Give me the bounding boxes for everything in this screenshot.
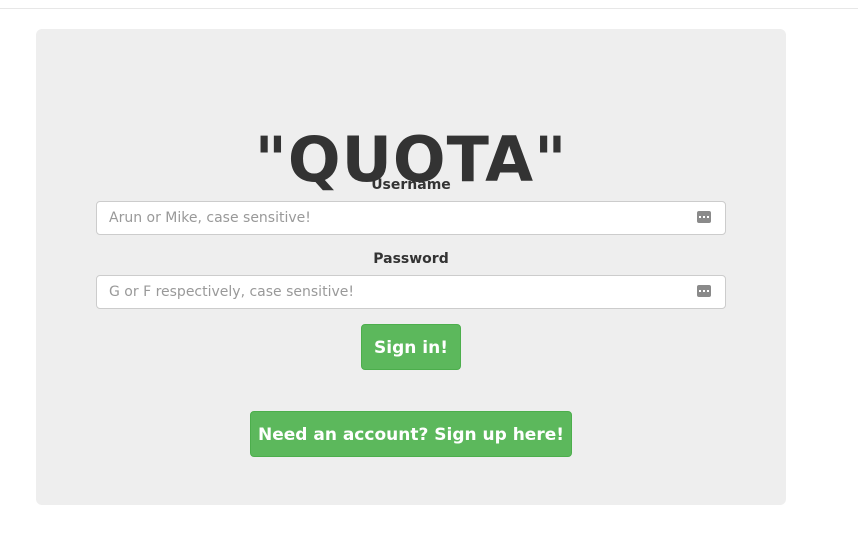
password-field[interactable] <box>96 275 726 309</box>
password-input[interactable] <box>97 276 687 308</box>
password-label: Password <box>373 251 449 267</box>
username-input[interactable] <box>97 202 687 234</box>
sign-up-button[interactable]: Need an account? Sign up here! <box>250 411 572 457</box>
top-navbar <box>0 0 858 9</box>
login-panel: "QUOTA" Username Password Sign in! Need … <box>36 29 786 505</box>
password-manager-key-icon[interactable] <box>697 211 711 223</box>
sign-in-button[interactable]: Sign in! <box>361 324 461 370</box>
username-label: Username <box>371 177 451 193</box>
password-manager-key-icon[interactable] <box>697 285 711 297</box>
username-field[interactable] <box>96 201 726 235</box>
